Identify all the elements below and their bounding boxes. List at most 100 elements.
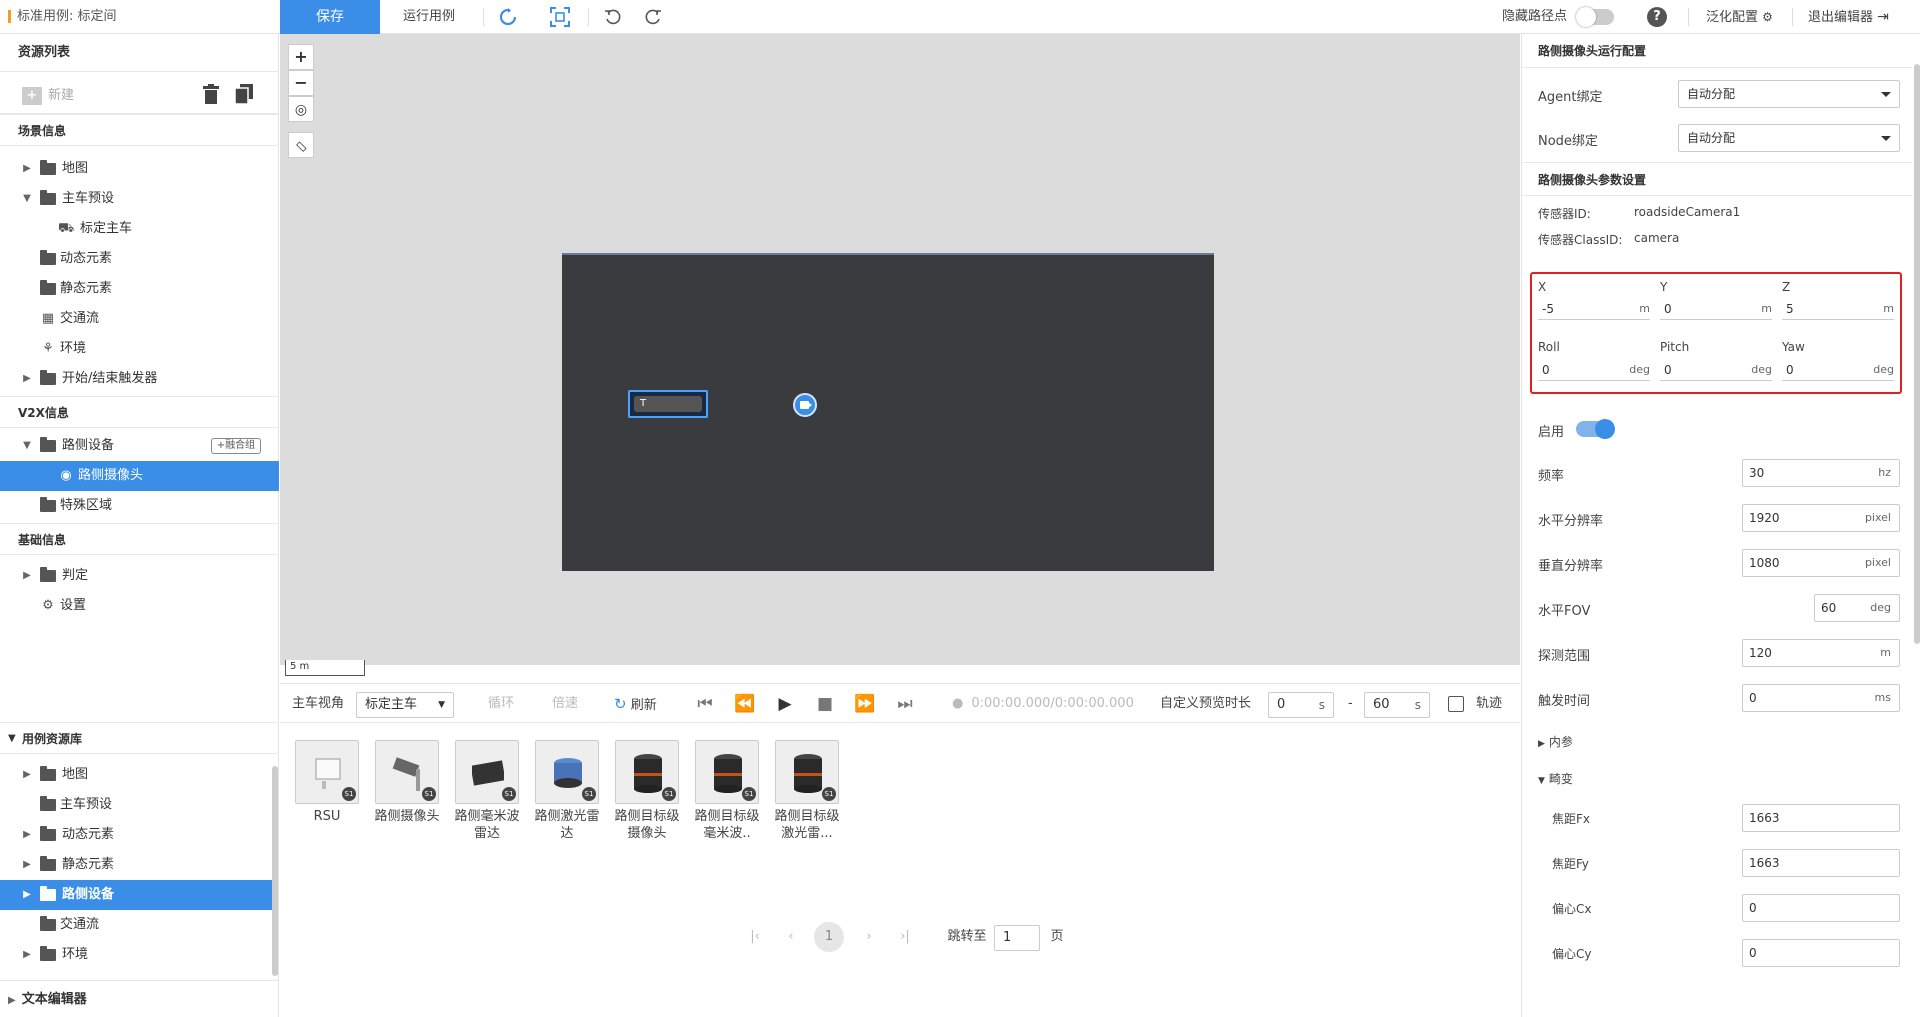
vres-input[interactable]: 1080 pixel [1742,549,1900,577]
tree-item-judge[interactable]: ▶ 判定 [0,561,279,591]
redo-icon[interactable] [641,5,665,29]
library-target-camera[interactable]: S1 路侧目标级摄像头 [612,740,682,842]
tree-item-ego-preset[interactable]: ▼ 主车预设 [0,184,279,214]
text-editor-toggle[interactable]: ▶ 文本编辑器 [0,980,279,1017]
tree-item-roadside-devices[interactable]: ▼ 路侧设备 +融合组 [0,431,279,461]
caret-right-icon[interactable]: ▶ [22,940,32,970]
loop-button[interactable]: 循环 [488,684,514,724]
undo-icon[interactable] [601,5,625,29]
library-rsu[interactable]: S1 RSU [292,740,362,825]
hfov-input[interactable]: 60 deg [1814,594,1900,622]
library-roadside-camera[interactable]: S1 路侧摄像头 [372,740,442,825]
caret-right-icon[interactable]: ▶ [22,364,32,394]
hide-path-toggle[interactable] [1576,7,1614,27]
tree-item-calib-ego[interactable]: ⛟ 标定主车 [0,214,279,244]
first-page-icon[interactable]: |‹ [740,922,770,952]
fx-input[interactable]: 1663 [1742,804,1900,832]
cx-input[interactable]: 0 [1742,894,1900,922]
x-input[interactable]: -5 m [1538,300,1650,320]
tree-item-roadside-camera[interactable]: ◉ 路侧摄像头 [0,461,279,491]
tree-item-triggers[interactable]: ▶ 开始/结束触发器 [0,364,279,394]
library-scrollbar[interactable] [272,766,278,976]
node-binding-select[interactable]: 自动分配 [1678,124,1900,152]
intrinsic-toggle[interactable]: ▶ 内参 [1538,733,1573,750]
distortion-toggle[interactable]: ▼ 畸变 [1538,770,1573,787]
trash-icon[interactable] [203,84,219,104]
loading-refresh-icon[interactable] [496,5,520,29]
tree-item-special-area[interactable]: 特殊区域 [0,491,279,521]
ego-vehicle[interactable]: T [628,390,708,418]
zoom-in-button[interactable]: + [288,44,314,70]
library-target-lidar[interactable]: S1 路侧目标级激光雷... [772,740,842,842]
case-library-header[interactable]: ▼ 用例资源库 [0,722,279,754]
stop-icon[interactable]: ■ [814,694,836,714]
refresh-button[interactable]: ↻ 刷新 [614,684,657,726]
caret-down-icon[interactable]: ▼ [22,184,32,214]
generalize-config-button[interactable]: 泛化配置 ⚙ [1706,0,1773,35]
caret-right-icon[interactable]: ▶ [22,154,32,184]
library-roadside-lidar[interactable]: S1 路侧激光雷达 [532,740,602,842]
pitch-input[interactable]: 0 deg [1660,361,1772,381]
tree-item-dynamic[interactable]: 动态元素 [0,244,279,274]
new-resource-button[interactable]: + 新建 [22,84,74,105]
library-item-map[interactable]: ▶ 地图 [0,760,279,790]
fit-view-icon[interactable] [548,5,572,29]
next-page-icon[interactable]: › [854,922,884,952]
tree-item-settings[interactable]: ⚙ 设置 [0,591,279,621]
last-page-icon[interactable]: ›| [890,922,920,952]
caret-right-icon[interactable]: ▶ [22,880,32,910]
hres-input[interactable]: 1920 pixel [1742,504,1900,532]
range-input[interactable]: 120 m [1742,639,1900,667]
skip-end-icon[interactable]: ⏭ [894,694,916,714]
caret-right-icon[interactable]: ▶ [22,561,32,591]
cy-input[interactable]: 0 [1742,939,1900,967]
preview-start-input[interactable]: 0s [1268,692,1334,718]
frequency-input[interactable]: 30 hz [1742,459,1900,487]
library-item-environment[interactable]: ▶ 环境 [0,940,279,970]
caret-right-icon[interactable]: ▶ [22,820,32,850]
help-icon[interactable]: ? [1647,7,1667,27]
y-input[interactable]: 0m [1660,300,1772,320]
preview-end-input[interactable]: 60 s [1364,692,1430,718]
library-item-roadside-devices[interactable]: ▶ 路侧设备 [0,880,272,910]
scene-canvas[interactable]: + − ◎ ▭ T 5 m [280,34,1520,676]
jump-page-input[interactable]: 1 [994,925,1040,951]
library-item-traffic[interactable]: 交通流 [0,910,279,940]
step-forward-icon[interactable]: ⏩ [854,694,876,714]
page-current[interactable]: 1 [814,922,844,952]
view-select[interactable]: 标定主车 ▼ [356,692,454,718]
panel-scrollbar[interactable] [1914,64,1920,644]
tree-item-map[interactable]: ▶ 地图 [0,154,279,184]
run-case-button[interactable]: 运行用例 [384,0,474,34]
library-item-ego-preset[interactable]: 主车预设 [0,790,279,820]
fy-input[interactable]: 1663 [1742,849,1900,877]
yaw-input[interactable]: 0 deg [1782,361,1894,381]
skip-start-icon[interactable]: ⏮ [694,694,716,714]
prev-page-icon[interactable]: ‹ [776,922,806,952]
speed-button[interactable]: 倍速 [552,684,578,724]
agent-binding-select[interactable]: 自动分配 [1678,80,1900,108]
caret-right-icon[interactable]: ▶ [22,850,32,880]
library-item-static[interactable]: ▶ 静态元素 [0,850,279,880]
library-item-dynamic[interactable]: ▶ 动态元素 [0,820,279,850]
save-button[interactable]: 保存 [280,0,380,34]
roadside-camera-marker[interactable] [793,393,817,417]
caret-down-icon[interactable]: ▼ [22,431,32,461]
caret-right-icon[interactable]: ▶ [22,760,32,790]
library-target-radar[interactable]: S1 路侧目标级毫米波.. [692,740,762,842]
copy-icon[interactable] [234,84,253,105]
step-back-icon[interactable]: ⏪ [734,694,756,714]
measure-button[interactable]: ▭ [288,132,314,158]
enable-toggle[interactable] [1576,419,1615,439]
z-input[interactable]: 5m [1782,300,1894,320]
library-roadside-radar[interactable]: S1 路侧毫米波雷达 [452,740,522,842]
track-checkbox[interactable] [1448,696,1464,712]
add-fusion-group-button[interactable]: +融合组 [211,438,261,454]
trigger-time-input[interactable]: 0 ms [1742,684,1900,712]
roll-input[interactable]: 0 deg [1538,361,1650,381]
play-icon[interactable]: ▶ [774,694,796,714]
exit-editor-button[interactable]: 退出编辑器 ⇥ [1808,0,1889,35]
zoom-out-button[interactable]: − [288,70,314,96]
tree-item-traffic[interactable]: ▦ 交通流 [0,304,279,334]
reset-view-button[interactable]: ◎ [288,96,314,122]
